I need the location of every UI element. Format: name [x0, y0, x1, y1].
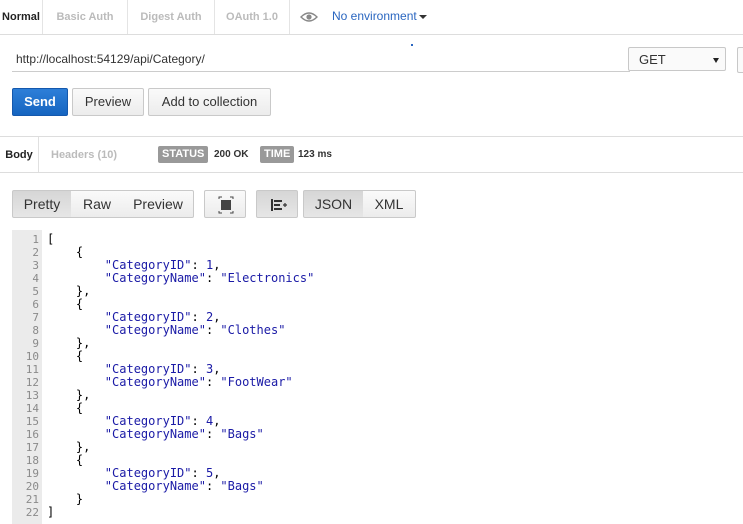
tab-oauth[interactable]: OAuth 1.0 — [215, 0, 290, 34]
divider — [0, 172, 743, 173]
url-input[interactable] — [12, 46, 630, 72]
line-number: 10 — [25, 350, 39, 363]
status-value: 200 OK — [214, 149, 249, 160]
tab-basic-auth[interactable]: Basic Auth — [43, 0, 128, 34]
line-number: 12 — [25, 376, 39, 389]
line-number: 16 — [25, 428, 39, 441]
status-badge: STATUS — [158, 146, 209, 163]
time-badge: TIME — [260, 146, 295, 163]
code-line: 12 "CategoryName": "FootWear" — [12, 376, 732, 390]
pretty-button[interactable]: Pretty — [12, 190, 72, 218]
line-number: 15 — [25, 415, 39, 428]
code-text: ] — [47, 505, 55, 519]
tab-normal[interactable]: Normal — [0, 0, 43, 34]
line-number: 17 — [25, 441, 39, 454]
line-number: 8 — [32, 324, 39, 337]
line-number: 22 — [25, 506, 39, 519]
tab-digest-auth[interactable]: Digest Auth — [128, 0, 215, 34]
environment-label: No environment — [332, 9, 417, 23]
line-number: 6 — [32, 298, 39, 311]
line-number: 11 — [25, 363, 39, 376]
preview-view-button[interactable]: Preview — [123, 190, 194, 218]
method-select[interactable]: GET — [628, 47, 726, 71]
tab-body[interactable]: Body — [0, 137, 39, 172]
code-line: 16 "CategoryName": "Bags" — [12, 428, 732, 442]
code-line: 5 }, — [12, 285, 732, 299]
line-number: 4 — [32, 272, 39, 285]
preview-button[interactable]: Preview — [72, 88, 144, 116]
line-number: 21 — [25, 493, 39, 506]
line-number: 9 — [32, 337, 39, 350]
code-line: 17 }, — [12, 441, 732, 455]
line-number: 14 — [25, 402, 39, 415]
line-number: 2 — [32, 246, 39, 259]
line-number: 20 — [25, 480, 39, 493]
line-number: 7 — [32, 311, 39, 324]
add-to-collection-button[interactable]: Add to collection — [148, 88, 271, 116]
raw-button[interactable]: Raw — [71, 190, 124, 218]
dropdown-arrow-icon — [713, 58, 719, 63]
code-line: 9 }, — [12, 337, 732, 351]
wrap-lines-icon — [271, 199, 287, 211]
code-line: 21 } — [12, 493, 732, 507]
code-line: 1[ — [12, 233, 732, 247]
fullscreen-button[interactable] — [204, 190, 246, 218]
auth-tab-bar: Normal Basic Auth Digest Auth OAuth 1.0 … — [0, 0, 743, 35]
code-line: 13 }, — [12, 389, 732, 403]
line-number: 13 — [25, 389, 39, 402]
line-number: 5 — [32, 285, 39, 298]
tab-headers[interactable]: Headers (10) — [51, 137, 117, 172]
code-line: 4 "CategoryName": "Electronics" — [12, 272, 732, 286]
xml-button[interactable]: XML — [363, 190, 416, 218]
wrap-lines-button[interactable] — [256, 190, 298, 218]
eye-icon — [300, 12, 318, 22]
chevron-down-icon — [418, 14, 427, 19]
line-number: 19 — [25, 467, 39, 480]
cursor-dot — [411, 44, 413, 46]
json-button[interactable]: JSON — [303, 190, 364, 218]
code-line: 8 "CategoryName": "Clothes" — [12, 324, 732, 338]
line-number: 3 — [32, 259, 39, 272]
fullscreen-icon — [218, 196, 234, 214]
line-number: 1 — [32, 233, 39, 246]
code-line: 20 "CategoryName": "Bags" — [12, 480, 732, 494]
line-number: 18 — [25, 454, 39, 467]
response-body-viewer[interactable]: 1[2 {3 "CategoryID": 1, 4 "CategoryName":… — [12, 233, 732, 520]
method-value: GET — [639, 52, 666, 67]
time-value: 123 ms — [298, 149, 332, 160]
code-line: 22] — [12, 505, 732, 520]
send-button[interactable]: Send — [12, 88, 68, 116]
url-params-button[interactable] — [737, 47, 743, 73]
